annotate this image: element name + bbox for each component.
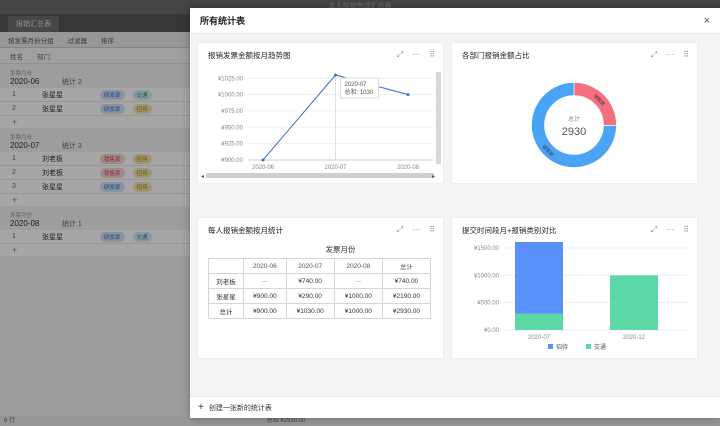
legend-label: 招待: [556, 343, 568, 351]
more-icon[interactable]: ···: [412, 50, 420, 60]
card-title: 提交时间段月+报销类别对比: [462, 225, 557, 235]
expand-icon[interactable]: ⤢: [397, 225, 403, 235]
pivot-row-header: 刘老板: [207, 273, 245, 289]
pivot-cell: ¥740.00: [285, 273, 335, 289]
pivot-row-header: 总计: [207, 303, 245, 319]
y-tick-label: ¥975.00: [221, 109, 243, 115]
x-tick-label: 2020-08: [397, 165, 420, 171]
card-title: 报销发票金额按月趋势图: [208, 50, 291, 60]
y-tick-label: ¥1000.00: [474, 273, 500, 279]
drag-handle-icon[interactable]: ⠿: [429, 50, 435, 60]
pivot-row: 张星星 ¥900.00 ¥290.00 ¥1000.00 ¥2190.00: [207, 288, 432, 304]
pivot-cell: ¥1000.00: [333, 303, 383, 319]
y-tick-label: ¥925.00: [221, 142, 243, 148]
y-tick-label: ¥1000.00: [218, 93, 244, 99]
bar-segment[interactable]: [515, 224, 563, 314]
pivot-column-header: 2020-07: [285, 258, 335, 274]
pivot-column-header: 总计: [381, 258, 432, 274]
x-tick-label: 2020-06: [252, 165, 275, 171]
card-donut-chart: 各部门报销金额占比 ⤢ ··· ⠿ 销售部 研发部 总计 2930: [452, 43, 697, 183]
card-title: 各部门报销金额占比: [462, 50, 530, 60]
pivot-cell: ¥1000.00: [333, 288, 383, 304]
donut-total: 2930: [562, 126, 586, 138]
pivot-column-header: 2020-08: [333, 258, 383, 274]
card-title: 每人报销金额按月统计: [208, 225, 283, 235]
pivot-corner: [207, 258, 245, 274]
x-tick-label: 2020-12: [623, 335, 646, 341]
expand-icon[interactable]: ⤢: [651, 225, 657, 235]
data-point[interactable]: [406, 93, 410, 97]
pivot-cell: ¥290.00: [285, 288, 335, 304]
pivot-table: 2020-06 2020-07 2020-08 总计 刘老板 — ¥740.00— ¥740.…: [207, 258, 432, 319]
more-icon[interactable]: ···: [666, 50, 674, 60]
horizontal-scrollbar[interactable]: [206, 173, 434, 178]
create-chart-label: 创建一张新的统计表: [208, 404, 272, 412]
drag-handle-icon[interactable]: ⠿: [683, 225, 689, 235]
pie-slice[interactable]: [573, 82, 617, 126]
pivot-cell: ¥740.00: [381, 273, 432, 289]
pivot-cell: —: [243, 273, 287, 289]
modal-header: 所有统计表 ×: [190, 8, 720, 34]
pivot-cell: ¥2930.00: [381, 303, 432, 319]
pivot-column-group: 发票月份: [325, 245, 356, 254]
pivot-row: 总计 ¥900.00 ¥1030.00 ¥1000.00 ¥2930.00: [207, 303, 432, 319]
y-tick-label: ¥1025.00: [218, 76, 244, 82]
card-pivot-table: 每人报销金额按月统计 ⤢ ··· ⠿ 发票月份 2020-06 2020-07 2020…: [198, 218, 443, 358]
data-point[interactable]: [261, 158, 265, 162]
bar-segment[interactable]: [515, 313, 563, 330]
y-tick-label: ¥500.00: [477, 301, 499, 307]
pivot-row-header: 张星星: [207, 288, 245, 304]
drag-handle-icon[interactable]: ⠿: [683, 50, 689, 60]
card-bar-chart: 提交时间段月+报销类别对比 ⤢ ··· ⠿ ¥0.00 ¥500.00 ¥1000.00…: [452, 218, 697, 358]
y-tick-label: ¥950.00: [221, 125, 243, 131]
y-tick-label: ¥0.00: [484, 328, 500, 334]
plus-icon: +: [198, 402, 204, 413]
x-tick-label: 2020-07: [528, 335, 551, 341]
close-icon[interactable]: ×: [704, 15, 710, 27]
more-icon[interactable]: ···: [412, 225, 420, 235]
y-tick-label: ¥1500.00: [474, 246, 500, 252]
donut-center-label: 总计: [568, 115, 580, 123]
card-line-chart: 报销发票金额按月趋势图 ⤢ ··· ⠿ ¥900.00 ¥925.00 ¥950.00 ¥…: [198, 43, 443, 183]
expand-icon[interactable]: ⤢: [651, 50, 657, 60]
data-point[interactable]: [334, 73, 337, 77]
bar-segment[interactable]: [610, 275, 658, 330]
pivot-cell: ¥2190.00: [381, 288, 432, 304]
scroll-right-icon[interactable]: ▸: [432, 174, 435, 180]
line-chart: ¥900.00 ¥925.00 ¥950.00 ¥975.00 ¥1000.00 ¥102…: [201, 72, 441, 180]
tooltip-title: 2020-07: [345, 82, 368, 88]
scroll-left-icon[interactable]: ◂: [201, 174, 204, 180]
create-chart-button[interactable]: + 创建一张新的统计表: [190, 396, 720, 418]
expand-icon[interactable]: ⤢: [397, 50, 403, 60]
y-tick-label: ¥900.00: [221, 158, 243, 164]
pivot-row: 刘老板 — ¥740.00— ¥740.00: [207, 273, 432, 289]
modal-title: 所有统计表: [200, 16, 246, 26]
pivot-column-header: 2020-06: [243, 258, 287, 274]
drag-handle-icon[interactable]: ⠿: [429, 225, 435, 235]
pivot-cell: ¥900.00: [243, 288, 287, 304]
vertical-scrollbar[interactable]: [436, 72, 441, 164]
stacked-bar-chart: ¥0.00 ¥500.00 ¥1000.00 ¥1500.00 2020-07 2020-…: [474, 224, 688, 351]
donut-chart: 销售部研发部总计2930: [531, 82, 617, 168]
stats-modal: 所有统计表 × 报销发票金额按月趋势图 ⤢ ··· ⠿ ¥900.00 ¥925.00…: [190, 8, 720, 418]
legend-swatch: [586, 344, 591, 349]
legend-label: 交通: [594, 343, 606, 351]
pivot-cell: ¥900.00: [243, 303, 287, 319]
x-tick-label: 2020-07: [324, 165, 347, 171]
pivot-cell: ¥1030.00: [285, 303, 335, 319]
pivot-cell: —: [333, 273, 383, 289]
legend-swatch: [548, 344, 553, 349]
more-icon[interactable]: ···: [666, 225, 674, 235]
tooltip-value: 总和: 1030: [345, 88, 374, 96]
